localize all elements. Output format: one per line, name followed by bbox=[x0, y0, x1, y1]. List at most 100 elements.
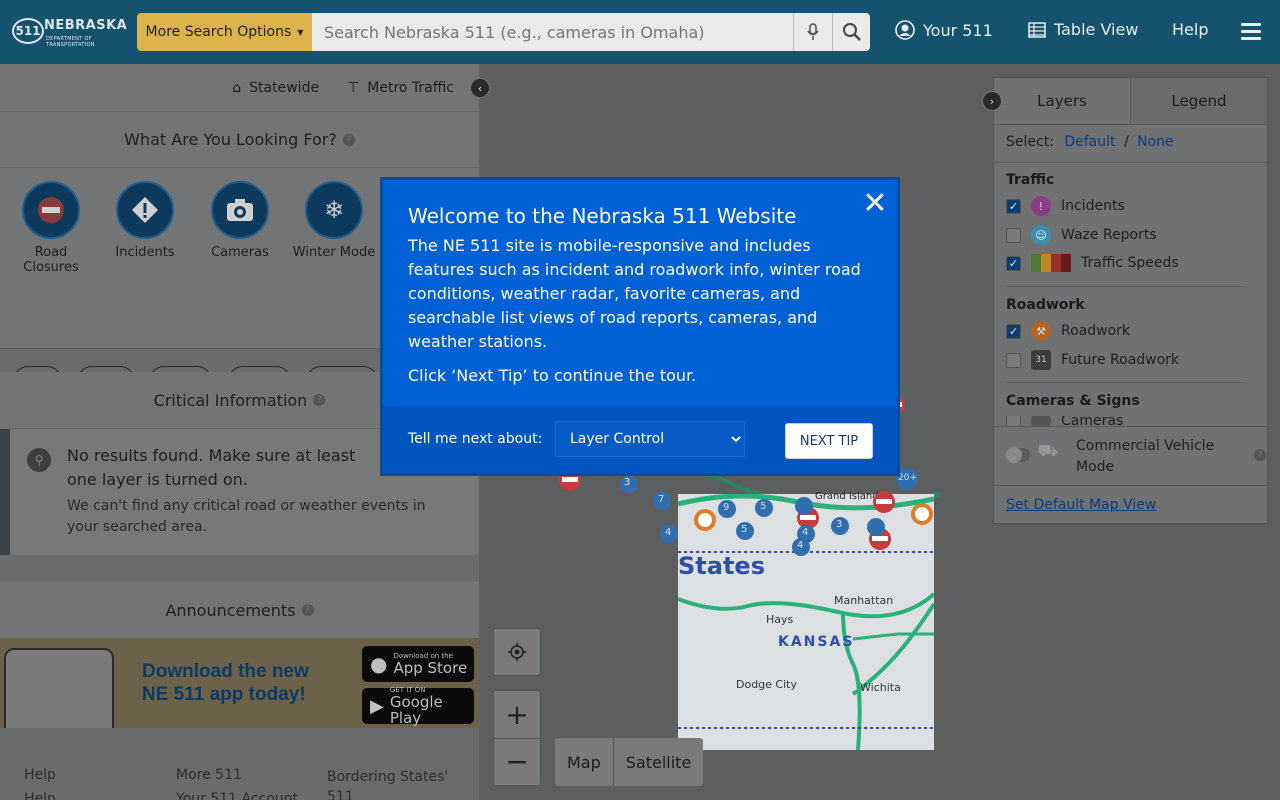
tab-legend[interactable]: Legend bbox=[1130, 78, 1267, 124]
help-link[interactable]: Help bbox=[1172, 20, 1208, 39]
magnifier-icon: ⚲ bbox=[27, 448, 51, 472]
cluster-count: 4 bbox=[665, 527, 672, 538]
footer-more-511-link[interactable]: More 511 bbox=[176, 767, 242, 783]
layer-traffic-speeds-label: Traffic Speeds bbox=[1081, 255, 1179, 271]
tab-layers[interactable]: Layers bbox=[994, 78, 1130, 124]
roadwork-icon: ⚒ bbox=[1031, 321, 1051, 341]
roadwork-marker[interactable] bbox=[911, 503, 933, 525]
cluster-count: 3 bbox=[836, 519, 843, 530]
checkbox[interactable]: ✓ bbox=[1006, 198, 1021, 214]
help-circle-icon[interactable]: ? bbox=[313, 394, 326, 406]
footer-help-link[interactable]: Help bbox=[24, 767, 56, 783]
tab-statewide[interactable]: ⌂ Statewide bbox=[232, 80, 319, 96]
collapse-layers-button[interactable]: › bbox=[982, 91, 1002, 111]
phone-screenshot-image bbox=[4, 648, 114, 728]
category-cameras[interactable]: Cameras bbox=[195, 181, 285, 260]
app-store-badge[interactable]: ● Download on the App Store bbox=[362, 646, 474, 682]
cluster-count: 4 bbox=[802, 527, 809, 538]
category-road-closures-label: Road Closures bbox=[23, 245, 79, 275]
looking-for-header: What Are You Looking For? ? bbox=[0, 112, 479, 167]
search-icon bbox=[842, 23, 861, 41]
plus-icon: + bbox=[505, 697, 529, 731]
calendar-icon: 31 bbox=[1031, 350, 1051, 370]
footer-account-link[interactable]: Your 511 Account bbox=[176, 791, 298, 800]
google-play-badge[interactable]: ▶ GET IT ON Google Play bbox=[362, 686, 474, 726]
category-winter-mode[interactable]: ❄ Winter Mode bbox=[289, 181, 379, 260]
layer-traffic-speeds[interactable]: ✓ Traffic Speeds bbox=[1006, 254, 1179, 272]
waze-icon: ☺ bbox=[1031, 225, 1051, 245]
mic-button[interactable] bbox=[793, 13, 832, 51]
layer-roadwork[interactable]: ✓ ⚒ Roadwork bbox=[1006, 321, 1130, 341]
road-closure-marker[interactable] bbox=[873, 491, 895, 513]
search-input[interactable] bbox=[312, 13, 793, 51]
checkbox[interactable] bbox=[1006, 352, 1021, 368]
divider bbox=[1006, 382, 1244, 383]
user-icon bbox=[895, 20, 915, 40]
category-winter-mode-label: Winter Mode bbox=[292, 245, 376, 260]
incident-icon: ! bbox=[1031, 196, 1051, 216]
layers-tabs: Layers Legend bbox=[994, 78, 1267, 125]
layer-incidents-label: Incidents bbox=[1061, 198, 1125, 214]
traffic-light-icon: ⊤ bbox=[347, 79, 360, 96]
checkbox[interactable] bbox=[1006, 227, 1021, 243]
modal-footer: Tell me next about: Layer Control NEXT T… bbox=[383, 406, 897, 473]
next-tip-button[interactable]: NEXT TIP bbox=[785, 423, 873, 459]
search-button[interactable] bbox=[832, 13, 870, 51]
modal-title: Welcome to the Nebraska 511 Website bbox=[408, 204, 797, 228]
camera-icon bbox=[211, 181, 269, 239]
set-default-map-view-link[interactable]: Set Default Map View bbox=[1006, 497, 1156, 513]
table-view-link[interactable]: Table View bbox=[1028, 20, 1138, 39]
cluster-count: 5 bbox=[760, 501, 767, 512]
truck-icon: ⛟ bbox=[1038, 441, 1059, 460]
hamburger-menu-icon[interactable] bbox=[1241, 23, 1261, 44]
select-none-link[interactable]: None bbox=[1137, 134, 1174, 150]
region-tabs: ⌂ Statewide ⊤ Metro Traffic bbox=[0, 64, 479, 111]
traffic-speeds-icon bbox=[1031, 254, 1071, 272]
close-icon[interactable]: ✕ bbox=[862, 189, 888, 219]
layer-incidents[interactable]: ✓ ! Incidents bbox=[1006, 196, 1125, 216]
ne511-logo[interactable]: 511 NEBRASKA DEPARTMENT OF TRANSPORTATIO… bbox=[12, 14, 127, 48]
help-circle-icon[interactable]: ? bbox=[1254, 449, 1266, 461]
checkbox[interactable] bbox=[1006, 416, 1021, 426]
category-road-closures[interactable]: Road Closures bbox=[6, 181, 96, 275]
no-results-title: No results found. Make sure at least one… bbox=[67, 446, 356, 489]
zoom-out-button[interactable]: − bbox=[494, 737, 540, 785]
checkbox[interactable]: ✓ bbox=[1006, 323, 1021, 339]
tab-metro-traffic[interactable]: ⊤ Metro Traffic bbox=[347, 80, 454, 96]
collapse-panel-button[interactable]: ‹ bbox=[470, 78, 490, 98]
select-separator: / bbox=[1123, 134, 1129, 150]
select-default-link[interactable]: Default bbox=[1064, 134, 1115, 150]
cluster-count: 5 bbox=[741, 524, 748, 535]
layer-cameras[interactable]: Cameras bbox=[1006, 416, 1123, 426]
help-circle-icon[interactable]: ? bbox=[301, 604, 314, 616]
app-download-banner[interactable]: Download the new NE 511 app today! ● Dow… bbox=[0, 638, 479, 728]
help-circle-icon[interactable]: ? bbox=[342, 133, 355, 146]
chevron-right-icon: › bbox=[989, 94, 995, 108]
tab-metro-traffic-label: Metro Traffic bbox=[367, 79, 454, 96]
layer-waze-reports[interactable]: ☺ Waze Reports bbox=[1006, 225, 1157, 245]
category-incidents[interactable]: Incidents bbox=[100, 181, 190, 260]
locate-me-button[interactable] bbox=[493, 628, 541, 676]
next-about-select[interactable]: Layer Control bbox=[555, 421, 745, 457]
checkbox[interactable]: ✓ bbox=[1006, 255, 1021, 271]
cluster-marker[interactable] bbox=[867, 518, 885, 536]
roadwork-marker[interactable] bbox=[694, 509, 716, 531]
your-511-link[interactable]: Your 511 bbox=[895, 20, 993, 40]
cluster-marker[interactable] bbox=[795, 497, 813, 515]
footer-help-link-2[interactable]: Help bbox=[24, 791, 56, 800]
more-search-options-button[interactable]: More Search Options ▼ bbox=[137, 13, 312, 51]
map-type-satellite-button[interactable]: Satellite bbox=[612, 738, 704, 786]
divider bbox=[1006, 286, 1244, 287]
cluster-count: 9 bbox=[723, 502, 730, 513]
group-cameras-signs: Cameras & Signs bbox=[1006, 393, 1140, 409]
cvm-toggle[interactable] bbox=[1006, 447, 1030, 463]
layer-future-roadwork[interactable]: 31 Future Roadwork bbox=[1006, 350, 1179, 370]
logo-dept: DEPARTMENT OF TRANSPORTATION bbox=[46, 36, 95, 48]
zoom-in-button[interactable]: + bbox=[505, 691, 528, 738]
category-incidents-label: Incidents bbox=[115, 245, 175, 260]
map-type-map-button[interactable]: Map bbox=[555, 738, 613, 786]
announcements-header: Announcements ? bbox=[0, 582, 479, 638]
footer-bordering-states-link[interactable]: Bordering States' 511 bbox=[327, 767, 467, 800]
group-roadwork: Roadwork bbox=[1006, 297, 1085, 313]
your-511-label: Your 511 bbox=[923, 20, 993, 40]
